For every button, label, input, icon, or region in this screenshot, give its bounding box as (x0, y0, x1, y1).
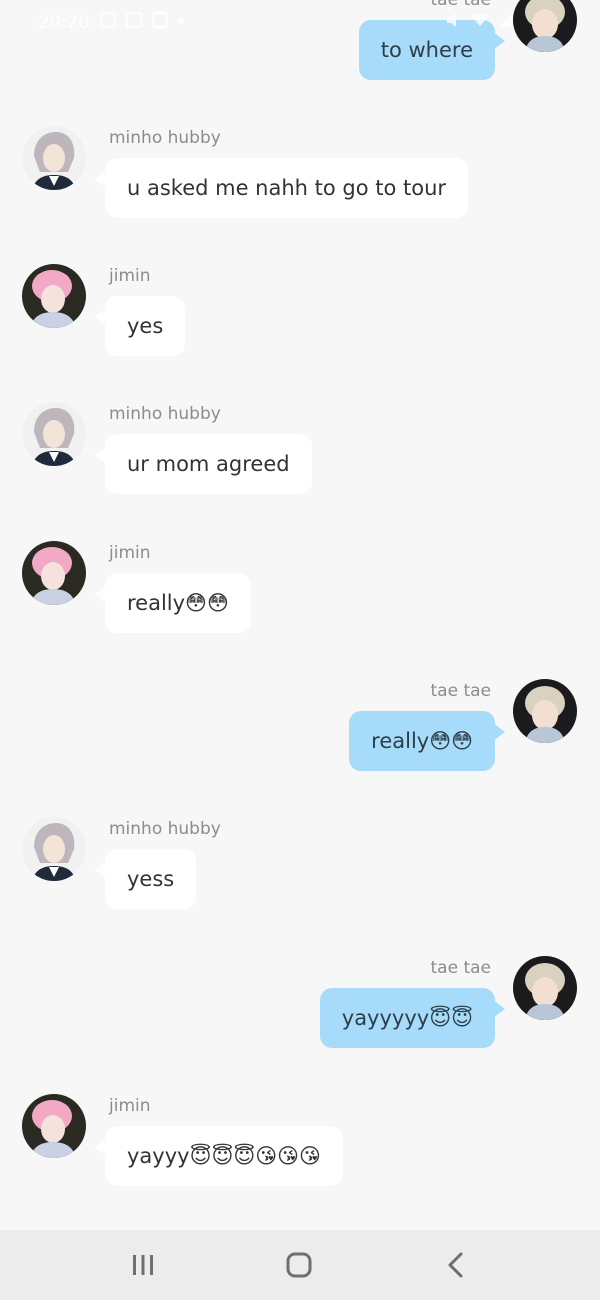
sender-name: jimin (109, 543, 151, 563)
message-bubble[interactable]: ur mom agreed (95, 434, 312, 494)
sender-name: jimin (109, 1096, 151, 1116)
sender-name: minho hubby (109, 404, 221, 424)
mute-icon (447, 13, 456, 27)
message-bubble[interactable]: really😳😳 (95, 573, 251, 633)
tae-avatar[interactable] (513, 956, 577, 1020)
signal-icon (498, 13, 512, 27)
dot-icon (178, 18, 184, 24)
sender-name: minho hubby (109, 819, 221, 839)
message-bubble[interactable]: yess (94, 849, 197, 909)
minho-avatar[interactable] (22, 402, 86, 466)
status-icons-right (445, 12, 513, 28)
recent-apps-button[interactable] (103, 1230, 183, 1300)
sender-name: jimin (109, 266, 151, 286)
home-icon (286, 1252, 312, 1278)
status-icons-left (100, 12, 184, 28)
minho-avatar[interactable] (22, 126, 86, 190)
back-icon (448, 1252, 463, 1278)
navigation-bar (0, 1230, 600, 1300)
message-bubble[interactable]: yayyy😇😇😇😘😘😘 (95, 1126, 343, 1186)
home-button[interactable] (259, 1230, 339, 1300)
gallery-icon (100, 12, 116, 28)
message-bubble[interactable]: really😳😳 (349, 711, 505, 771)
message-bubble[interactable]: yes (94, 296, 186, 356)
back-button[interactable] (416, 1230, 496, 1300)
sender-name: minho hubby (109, 128, 221, 148)
wifi-icon (472, 13, 488, 26)
document-icon (126, 12, 142, 28)
message-bubble[interactable]: yayyyyy😇😇 (319, 988, 506, 1048)
minho-avatar[interactable] (22, 817, 86, 881)
jimin-avatar[interactable] (22, 1094, 86, 1158)
status-bar: 20:20 (0, 0, 600, 46)
tae-avatar[interactable] (513, 679, 577, 743)
message-bubble[interactable]: u asked me nahh to go to tour (94, 158, 469, 218)
message-icon (152, 12, 168, 28)
status-time: 20:20 (38, 12, 90, 33)
recent-apps-icon (133, 1255, 153, 1275)
sender-name: tae tae (430, 958, 492, 978)
sender-name: tae tae (430, 681, 492, 701)
jimin-avatar[interactable] (22, 541, 86, 605)
jimin-avatar[interactable] (22, 264, 86, 328)
